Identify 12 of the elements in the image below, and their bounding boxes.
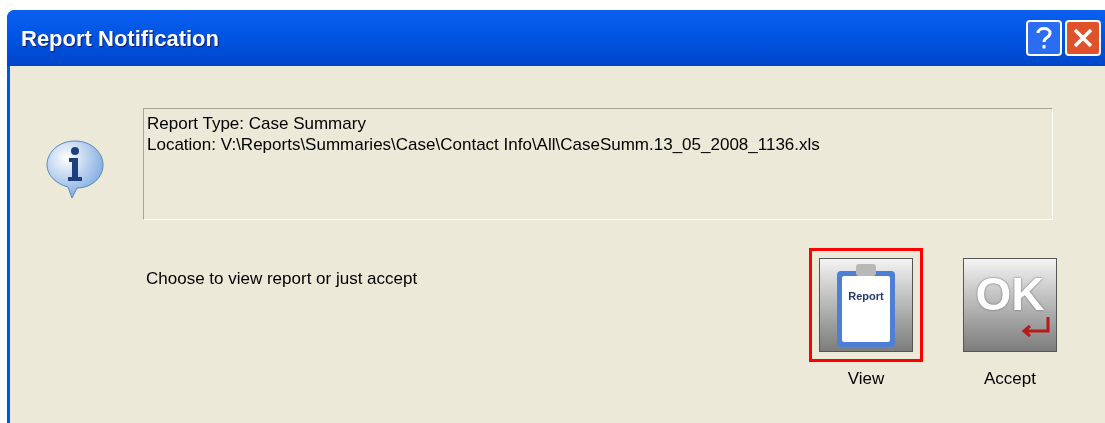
help-button[interactable] [1026, 20, 1062, 56]
window-title: Report Notification [21, 24, 219, 53]
info-icon [44, 138, 106, 200]
close-icon [1072, 27, 1094, 49]
view-report-button[interactable]: Report [809, 248, 923, 362]
prompt-text: Choose to view report or just accept [146, 268, 419, 290]
message-line: Report Type: Case Summary [147, 113, 367, 134]
button-label: Accept [984, 368, 1036, 390]
button-label: View [847, 368, 885, 390]
message-line: Location: V:\Reports\Summaries\Case\Contact Info\All\CaseSumm.13_05_2008_1136.xls [147, 134, 821, 155]
close-button[interactable] [1065, 20, 1101, 56]
help-icon [1034, 25, 1054, 51]
